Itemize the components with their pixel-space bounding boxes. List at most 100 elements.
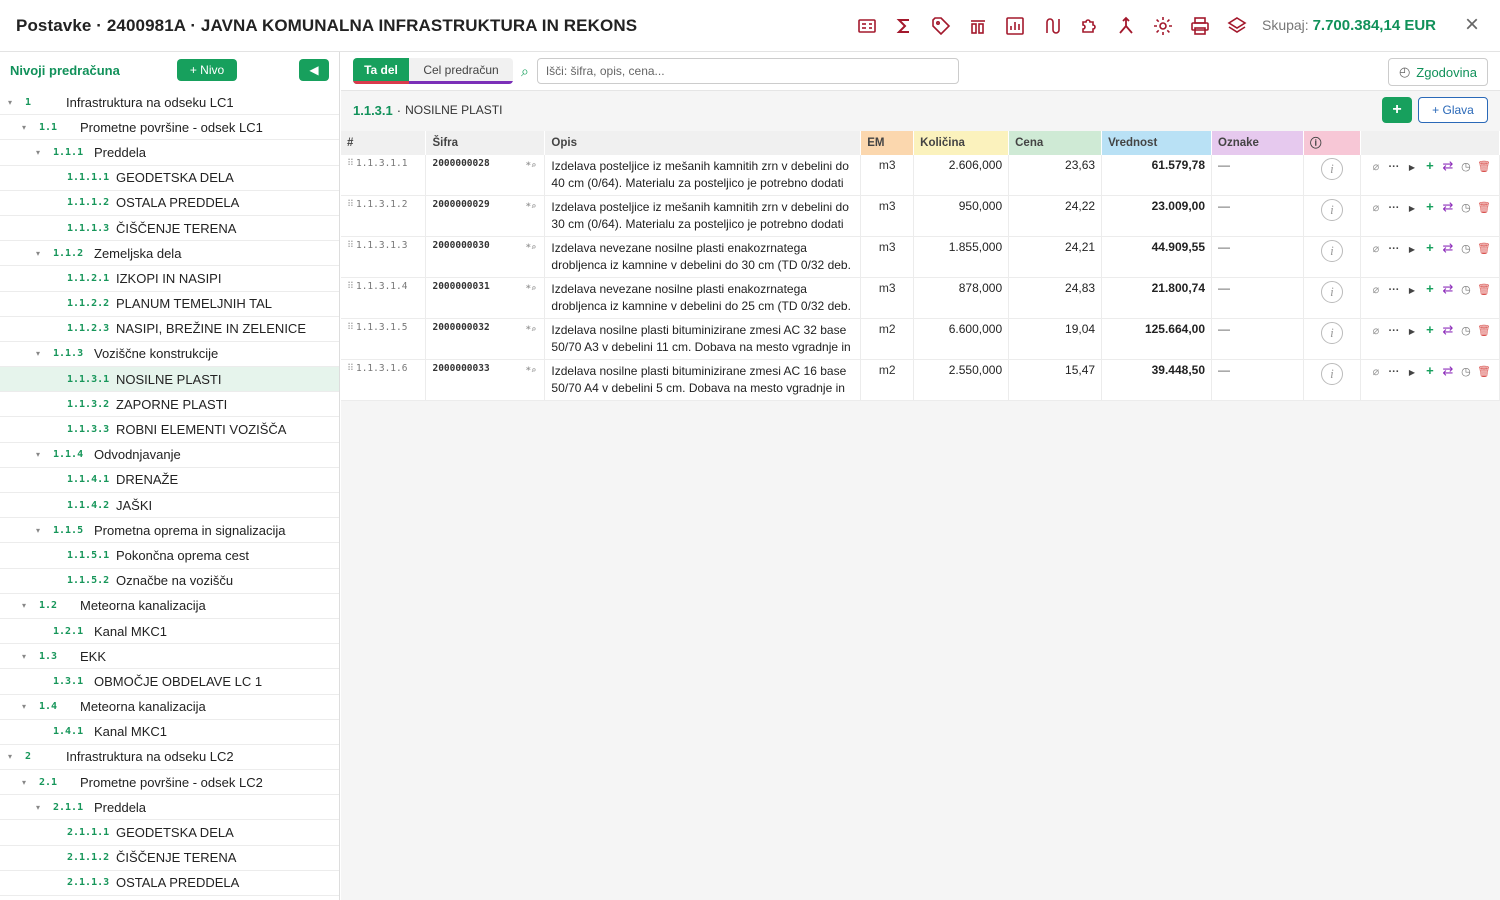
more-icon[interactable]: ··· (1385, 325, 1403, 337)
tree-node[interactable]: ▾ 1.2 Meteorna kanalizacija (0, 594, 339, 619)
tree-node[interactable]: ▾ 1.4 Meteorna kanalizacija (0, 695, 339, 720)
history-icon[interactable]: ◷ (1457, 365, 1475, 378)
tree-node[interactable]: 1.1.1.3 ČIŠČENJE TERENA (0, 216, 339, 242)
attachment-icon[interactable]: ⌀ (1367, 242, 1385, 255)
col-sifra[interactable]: Šifra (425, 131, 546, 155)
drag-handle-icon[interactable]: ⠿ (347, 199, 354, 210)
row-em[interactable]: m3 (860, 195, 915, 237)
recapitulation-icon[interactable] (849, 11, 886, 41)
swap-icon[interactable]: ⇄ (1439, 158, 1457, 174)
row-position[interactable]: ⠿ 1.1.3.1.4 (341, 277, 427, 319)
tree-node[interactable]: 1.1.2.2 PLANUM TEMELJNIH TAL (0, 292, 339, 317)
chevron-down-icon[interactable]: ▾ (36, 349, 40, 358)
connections-icon[interactable] (1034, 11, 1071, 41)
row-kolicina[interactable]: 878,000 (913, 277, 1010, 319)
row-sifra[interactable]: 2000000028 *⌕ (425, 155, 546, 196)
more-icon[interactable]: ··· (1385, 284, 1403, 296)
col-oznake[interactable]: Oznake (1211, 131, 1304, 155)
trash-icon[interactable]: 🗑 (1475, 160, 1493, 173)
info-icon[interactable]: i (1320, 158, 1343, 180)
row-oznake[interactable]: — (1211, 155, 1304, 196)
table-row[interactable]: ⠿ 1.1.3.1.1 2000000028 *⌕ Izdelava posteljic… (341, 155, 1500, 196)
swap-icon[interactable]: ⇄ (1439, 322, 1457, 338)
row-cena[interactable]: 24,83 (1008, 277, 1103, 319)
layers-icon[interactable] (1219, 11, 1256, 41)
tree-node[interactable]: 1.1.4.2 JAŠKI (0, 493, 339, 519)
tab-whole-estimate[interactable]: Cel predračun (409, 58, 513, 84)
chevron-down-icon[interactable]: ▾ (22, 601, 26, 610)
chart-icon[interactable] (997, 11, 1034, 41)
chevron-down-icon[interactable]: ▾ (8, 752, 12, 761)
history-icon[interactable]: ◷ (1457, 160, 1475, 173)
add-item-button[interactable]: + (1382, 97, 1412, 123)
tree-node[interactable]: 1.1.1.1 GEODETSKA DELA (0, 166, 339, 191)
expand-icon[interactable]: ▶ (1403, 204, 1421, 213)
add-icon[interactable]: + (1421, 322, 1439, 337)
tree-node[interactable]: ▾ 2 Infrastruktura na odseku LC2 (0, 745, 339, 771)
row-position[interactable]: ⠿ 1.1.3.1.3 (341, 236, 427, 278)
lookup-icon[interactable]: *⌕ (526, 325, 537, 335)
info-icon[interactable]: i (1320, 199, 1343, 221)
tree-node[interactable]: ▾ 1.1.3 Voziščne konstrukcije (0, 342, 339, 368)
delete-columns-icon[interactable] (960, 11, 997, 41)
merge-icon[interactable] (1108, 11, 1145, 41)
history-button[interactable]: ◴ Zgodovina (1387, 58, 1488, 86)
row-opis[interactable]: Izdelava nosilne plasti bituminizirane z… (544, 318, 862, 360)
tree-node[interactable]: ▾ 1 Infrastruktura na odseku LC1 (0, 90, 339, 116)
close-icon[interactable]: × (1460, 12, 1484, 38)
row-oznake[interactable]: — (1211, 195, 1304, 237)
expand-icon[interactable]: ▶ (1403, 286, 1421, 295)
row-opis[interactable]: Izdelava nosilne plasti bituminizirane z… (544, 359, 862, 401)
swap-icon[interactable]: ⇄ (1439, 199, 1457, 215)
expand-icon[interactable]: ▶ (1403, 368, 1421, 377)
attachment-icon[interactable]: ⌀ (1367, 283, 1385, 296)
add-icon[interactable]: + (1421, 281, 1439, 296)
tree-node[interactable]: 1.1.2.1 IZKOPI IN NASIPI (0, 266, 339, 292)
tree-node[interactable]: 1.1.3.1 NOSILNE PLASTI (0, 367, 339, 393)
row-em[interactable]: m2 (860, 359, 915, 401)
row-oznake[interactable]: — (1211, 359, 1304, 401)
swap-icon[interactable]: ⇄ (1439, 363, 1457, 379)
chevron-down-icon[interactable]: ▾ (22, 778, 26, 787)
drag-handle-icon[interactable]: ⠿ (347, 322, 354, 333)
col-info[interactable]: ⓘ (1303, 131, 1361, 155)
info-icon[interactable]: i (1320, 281, 1343, 303)
tree-node[interactable]: 2.1.1.2 ČIŠČENJE TERENA (0, 846, 339, 871)
row-position[interactable]: ⠿ 1.1.3.1.1 (341, 155, 427, 196)
drag-handle-icon[interactable]: ⠿ (347, 240, 354, 251)
table-row[interactable]: ⠿ 1.1.3.1.3 2000000030 *⌕ Izdelava nevezane … (341, 236, 1500, 278)
tab-this-part[interactable]: Ta del (353, 58, 409, 84)
lookup-icon[interactable]: *⌕ (526, 243, 537, 253)
tag-icon[interactable] (923, 11, 960, 41)
row-opis[interactable]: Izdelava nevezane nosilne plasti enakozr… (544, 277, 862, 319)
attachment-icon[interactable]: ⌀ (1367, 324, 1385, 337)
row-cena[interactable]: 15,47 (1008, 359, 1103, 401)
row-cena[interactable]: 24,22 (1008, 195, 1103, 237)
row-cena[interactable]: 24,21 (1008, 236, 1103, 278)
table-row[interactable]: ⠿ 1.1.3.1.4 2000000031 *⌕ Izdelava nevezane … (341, 277, 1500, 319)
chevron-down-icon[interactable]: ▾ (36, 249, 40, 258)
col-kolicina[interactable]: Količina (913, 131, 1010, 155)
puzzle-icon[interactable] (1071, 11, 1108, 41)
row-sifra[interactable]: 2000000031 *⌕ (425, 277, 546, 319)
drag-handle-icon[interactable]: ⠿ (347, 363, 354, 374)
row-position[interactable]: ⠿ 1.1.3.1.6 (341, 359, 427, 401)
gear-icon[interactable] (1145, 11, 1182, 41)
swap-icon[interactable]: ⇄ (1439, 281, 1457, 297)
more-icon[interactable]: ··· (1385, 202, 1403, 214)
row-cena[interactable]: 19,04 (1008, 318, 1103, 360)
add-icon[interactable]: + (1421, 240, 1439, 255)
col-em[interactable]: EM (860, 131, 915, 155)
tree-node[interactable]: ▾ 2.1.1 Preddela (0, 795, 339, 821)
chevron-down-icon[interactable]: ▾ (36, 450, 40, 459)
tree-node[interactable]: 1.3.1 OBMOČJE OBDELAVE LC 1 (0, 669, 339, 695)
info-icon[interactable]: i (1320, 322, 1343, 344)
attachment-icon[interactable]: ⌀ (1367, 201, 1385, 214)
tree-node[interactable]: 1.1.3.3 ROBNI ELEMENTI VOZIŠČA (0, 417, 339, 443)
drag-handle-icon[interactable]: ⠿ (347, 281, 354, 292)
tree-node[interactable]: 1.1.5.2 Označbe na vozišču (0, 569, 339, 594)
tree-node[interactable]: 1.2.1 Kanal MKC1 (0, 619, 339, 645)
print-icon[interactable] (1182, 11, 1219, 41)
col-vrednost[interactable]: Vrednost (1101, 131, 1213, 155)
row-sifra[interactable]: 2000000033 *⌕ (425, 359, 546, 401)
